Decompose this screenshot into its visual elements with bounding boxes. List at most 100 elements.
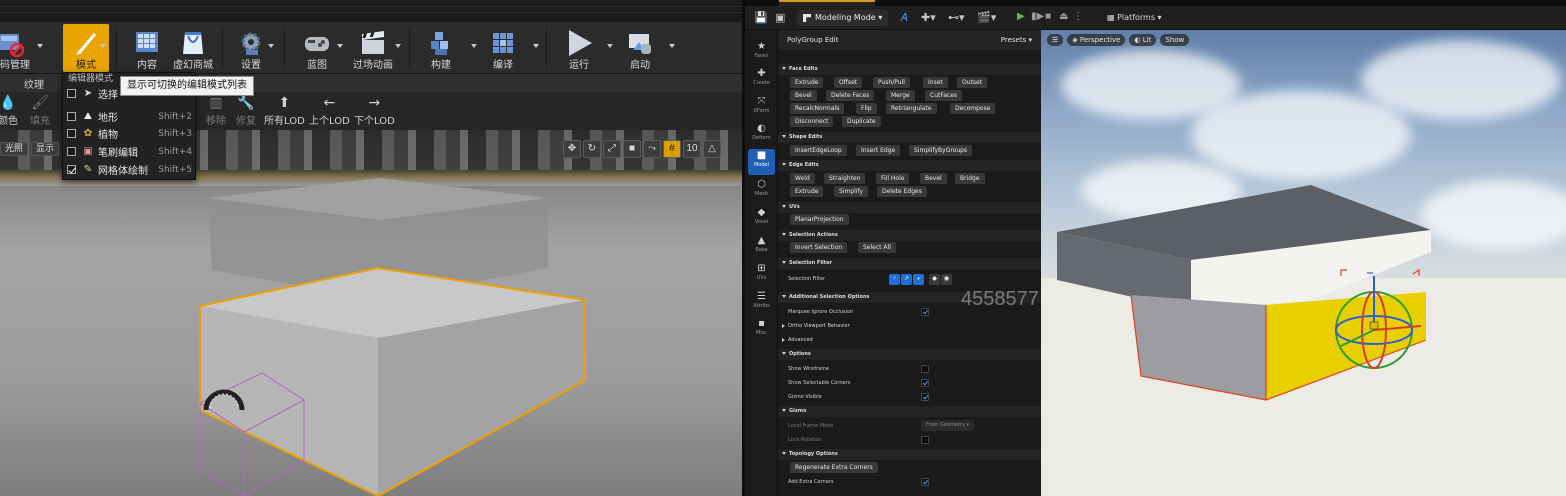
- create-icon[interactable]: 𝐴: [900, 11, 907, 25]
- section-advanced[interactable]: Advanced: [778, 335, 1041, 346]
- launch-caret-icon[interactable]: [669, 44, 675, 48]
- category-create[interactable]: ✚ Create: [748, 67, 775, 93]
- fill-tool[interactable]: 🖌 填充: [30, 94, 50, 127]
- add-actor-icon[interactable]: ✚▾: [921, 11, 936, 25]
- inset-button[interactable]: Inset: [923, 77, 948, 88]
- mode-select-checkbox[interactable]: [67, 89, 76, 98]
- category-misc[interactable]: ▪ Misc: [748, 317, 775, 343]
- stop-icon[interactable]: ■: [1045, 11, 1055, 23]
- next-lod-tool[interactable]: → 下个LOD: [354, 94, 395, 127]
- show-wireframe-checkbox[interactable]: [921, 365, 929, 373]
- bridge-button[interactable]: Bridge: [955, 173, 985, 184]
- launch-button[interactable]: 启动: [617, 24, 663, 72]
- outset-button[interactable]: Outset: [957, 77, 988, 88]
- play-icon[interactable]: ▶: [1017, 11, 1027, 23]
- blueprint-caret-icon[interactable]: [337, 44, 343, 48]
- bevel-faces-button[interactable]: Bevel: [790, 90, 817, 101]
- show-selectable-corners-checkbox[interactable]: [921, 379, 929, 387]
- section-options[interactable]: Options: [778, 349, 1041, 360]
- extrude-edges-button[interactable]: Extrude: [790, 186, 824, 197]
- push-pull-button[interactable]: Push/Pull: [873, 77, 910, 88]
- delete-faces-button[interactable]: Delete Faces: [826, 90, 875, 101]
- fix-tool[interactable]: 🔧 修复: [236, 94, 256, 127]
- build-button[interactable]: 构建: [418, 24, 464, 72]
- blueprint-dropdown-icon[interactable]: ⊷▾: [948, 11, 965, 25]
- play-caret-icon[interactable]: [607, 44, 613, 48]
- section-shape-edits[interactable]: Shape Edits: [778, 132, 1041, 143]
- section-selection-filter[interactable]: Selection Filter: [778, 258, 1041, 269]
- section-selection-actions[interactable]: Selection Actions: [778, 230, 1041, 241]
- add-extra-corners-checkbox[interactable]: [921, 478, 929, 486]
- duplicate-button[interactable]: Duplicate: [842, 116, 881, 127]
- recalc-normals-button[interactable]: RecalcNormals: [790, 103, 845, 114]
- category-xform[interactable]: ⤧ XForm: [748, 95, 775, 121]
- source-control-caret-icon[interactable]: [37, 44, 43, 48]
- local-frame-mode-dropdown[interactable]: From Geometry ▾: [921, 420, 975, 431]
- cutfaces-button[interactable]: CutFaces: [925, 90, 963, 101]
- source-control-button[interactable]: 源码管理: [0, 24, 34, 72]
- retriangulate-button[interactable]: Retriangulate: [886, 103, 937, 114]
- mode-item-foliage[interactable]: ✿ 植物 Shift+3: [63, 125, 197, 142]
- play-button[interactable]: 运行: [556, 24, 602, 72]
- perspective-viewport[interactable]: ☰ ◈ Perspective ◐ Lit Show: [1041, 30, 1566, 496]
- section-face-edits[interactable]: Face Edits: [778, 64, 1041, 75]
- legacy-viewport[interactable]: 光照 显示 ✥ ↻ ⤢ ■ ⤳ # 10 △: [0, 130, 742, 496]
- insert-edge-button[interactable]: Insert Edge: [856, 145, 901, 156]
- category-model[interactable]: ■ Model: [748, 149, 775, 175]
- settings-button[interactable]: 设置: [228, 24, 274, 72]
- mode-landscape-checkbox[interactable]: [67, 112, 76, 121]
- fill-hole-button[interactable]: Fill Hole: [876, 173, 910, 184]
- mode-brush-checkbox[interactable]: [67, 147, 76, 156]
- eject-icon[interactable]: ⏏: [1059, 11, 1069, 23]
- category-attribs[interactable]: ☰ Attribs: [748, 290, 775, 316]
- mode-foliage-checkbox[interactable]: [67, 129, 76, 138]
- marquee-ignore-occlusion-checkbox[interactable]: [921, 308, 929, 316]
- simplify-button[interactable]: Simplify: [834, 186, 869, 197]
- lock-rotation-checkbox[interactable]: [921, 436, 929, 444]
- insert-edge-loop-button[interactable]: InsertEdgeLoop: [790, 145, 847, 156]
- presets-dropdown[interactable]: Presets ▾: [1001, 36, 1032, 44]
- delete-edges-button[interactable]: Delete Edges: [877, 186, 927, 197]
- category-faves[interactable]: ★ Faves: [748, 40, 775, 66]
- category-bake[interactable]: ▲ Bake: [748, 234, 775, 260]
- prev-lod-tool[interactable]: ← 上个LOD: [309, 94, 350, 127]
- more-icon[interactable]: ⋮: [1073, 11, 1083, 23]
- content-button[interactable]: 内容: [124, 24, 170, 72]
- gizmo-visible-checkbox[interactable]: [921, 393, 929, 401]
- flip-button[interactable]: Flip: [856, 103, 877, 114]
- weld-button[interactable]: Weld: [790, 173, 815, 184]
- mode-item-mesh-paint[interactable]: ✎ 网格体绘制 Shift+5: [63, 161, 197, 178]
- straighten-button[interactable]: Straighten: [824, 173, 866, 184]
- mode-mesh-paint-checkbox[interactable]: [67, 165, 76, 174]
- remove-tool[interactable]: ▥ 移除: [206, 94, 226, 127]
- section-gizmo[interactable]: Gizmo: [778, 406, 1041, 417]
- simplify-by-groups-button[interactable]: SimplifyByGroups: [909, 145, 973, 156]
- disconnect-button[interactable]: Disconnect: [790, 116, 834, 127]
- mode-item-brush-edit[interactable]: ▣ 笔刷编辑 Shift+4: [63, 143, 197, 160]
- section-ortho-viewport-behavior[interactable]: Ortho Viewport Behavior: [778, 321, 1041, 332]
- platforms-dropdown[interactable]: ▦ Platforms ▾: [1107, 11, 1162, 25]
- category-mesh[interactable]: ⬡ Mesh: [748, 178, 775, 204]
- category-voxel[interactable]: ◆ Voxel: [748, 206, 775, 232]
- section-edge-edits[interactable]: Edge Edits: [778, 160, 1041, 171]
- section-topology-options[interactable]: Topology Options: [778, 449, 1041, 460]
- save-icon[interactable]: 💾: [754, 11, 768, 25]
- modeling-mode-dropdown[interactable]: Modeling Mode ▾: [797, 10, 889, 26]
- filter-edge-icon[interactable]: ↗: [901, 274, 912, 285]
- planar-projection-button[interactable]: PlanarProjection: [790, 214, 849, 225]
- modes-caret-icon[interactable]: [100, 44, 106, 48]
- invert-selection-button[interactable]: Invert Selection: [790, 242, 848, 253]
- regenerate-extra-corners-button[interactable]: Regenerate Extra Corners: [790, 462, 878, 473]
- select-all-button[interactable]: Select All: [858, 242, 896, 253]
- tab-texture[interactable]: 纹理: [24, 76, 44, 91]
- filter-face-icon[interactable]: ◗: [913, 274, 924, 285]
- step-icon[interactable]: ▮▶: [1031, 11, 1044, 23]
- cinematics-caret-icon[interactable]: [395, 44, 401, 48]
- filter-occlusion-icon[interactable]: ◉: [941, 274, 952, 285]
- build-caret-icon[interactable]: [471, 44, 477, 48]
- extrude-button[interactable]: Extrude: [790, 77, 824, 88]
- blueprint-button[interactable]: 蓝图: [294, 24, 340, 72]
- section-uvs[interactable]: UVs: [778, 202, 1041, 213]
- cinematics-dropdown-icon[interactable]: 🎬▾: [977, 11, 996, 25]
- filter-vertex-icon[interactable]: ⁘: [889, 274, 900, 285]
